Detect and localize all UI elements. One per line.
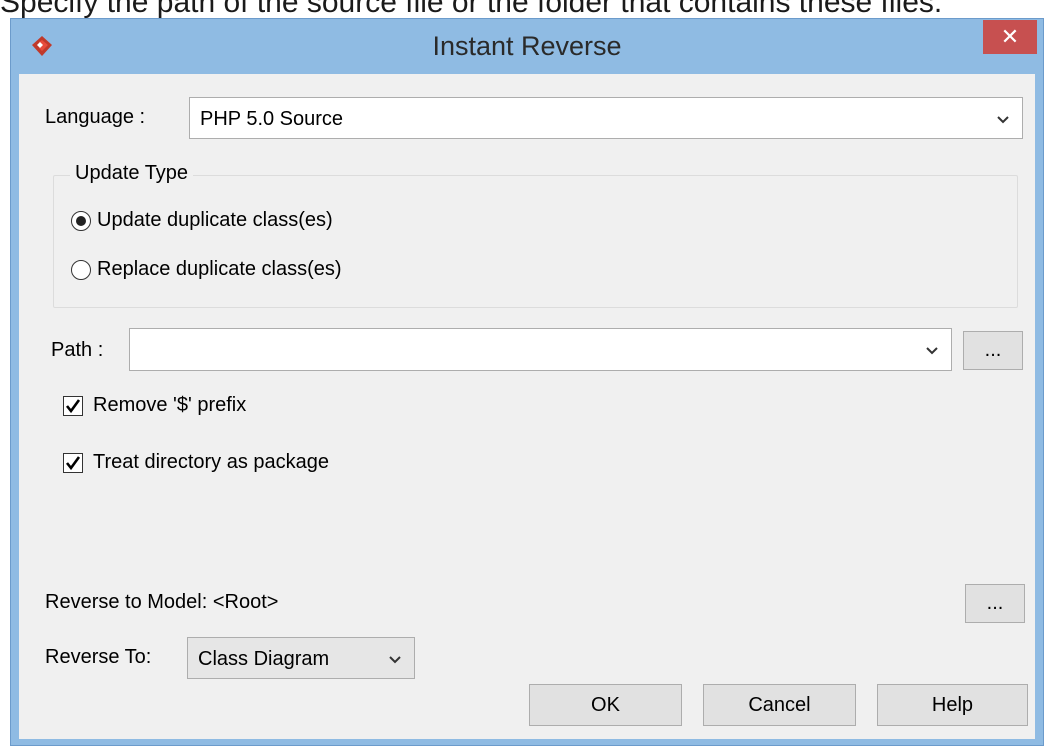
help-button[interactable]: Help xyxy=(877,684,1028,726)
remove-prefix-checkbox[interactable] xyxy=(63,396,83,416)
checkmark-icon xyxy=(65,456,81,471)
language-select[interactable]: PHP 5.0 Source xyxy=(189,97,1023,139)
close-button[interactable]: ✕ xyxy=(983,20,1037,54)
cancel-button[interactable]: Cancel xyxy=(703,684,856,726)
path-browse-button[interactable]: ... xyxy=(963,331,1023,370)
update-duplicate-radio[interactable] xyxy=(71,211,91,231)
instruction-caption: Specify the path of the source file or t… xyxy=(0,0,943,19)
radio-selected-icon xyxy=(76,216,86,226)
checkmark-icon xyxy=(65,399,81,414)
language-value: PHP 5.0 Source xyxy=(200,108,344,130)
path-label: Path : xyxy=(51,339,104,361)
language-label: Language : xyxy=(45,106,146,128)
ok-button[interactable]: OK xyxy=(529,684,682,726)
update-duplicate-label[interactable]: Update duplicate class(es) xyxy=(97,209,333,232)
replace-duplicate-label[interactable]: Replace duplicate class(es) xyxy=(97,258,342,281)
update-type-group xyxy=(53,175,1018,308)
close-icon: ✕ xyxy=(1000,24,1020,50)
instant-reverse-dialog: Instant Reverse ✕ Language : PHP 5.0 Sou… xyxy=(10,18,1044,746)
reverse-to-select[interactable]: Class Diagram xyxy=(187,637,415,679)
window-title: Instant Reverse xyxy=(432,31,622,61)
title-bar[interactable]: Instant Reverse ✕ xyxy=(11,19,1043,74)
reverse-to-model-label: Reverse to Model: <Root> xyxy=(45,591,279,613)
reverse-model-browse-button[interactable]: ... xyxy=(965,584,1025,623)
dialog-body: Language : PHP 5.0 Source Update Type Up… xyxy=(19,74,1035,739)
stage: Specify the path of the source file or t… xyxy=(0,0,1058,749)
update-type-legend: Update Type xyxy=(70,162,194,185)
remove-prefix-label[interactable]: Remove '$' prefix xyxy=(93,394,246,417)
chevron-down-icon xyxy=(997,116,1009,124)
replace-duplicate-radio[interactable] xyxy=(71,260,91,280)
reverse-to-value: Class Diagram xyxy=(198,648,330,670)
reverse-to-label: Reverse To: xyxy=(45,646,152,668)
chevron-down-icon[interactable] xyxy=(923,341,941,359)
path-combo[interactable] xyxy=(129,328,952,371)
chevron-down-icon xyxy=(389,656,401,664)
treat-directory-checkbox[interactable] xyxy=(63,453,83,473)
treat-directory-label[interactable]: Treat directory as package xyxy=(93,451,329,474)
